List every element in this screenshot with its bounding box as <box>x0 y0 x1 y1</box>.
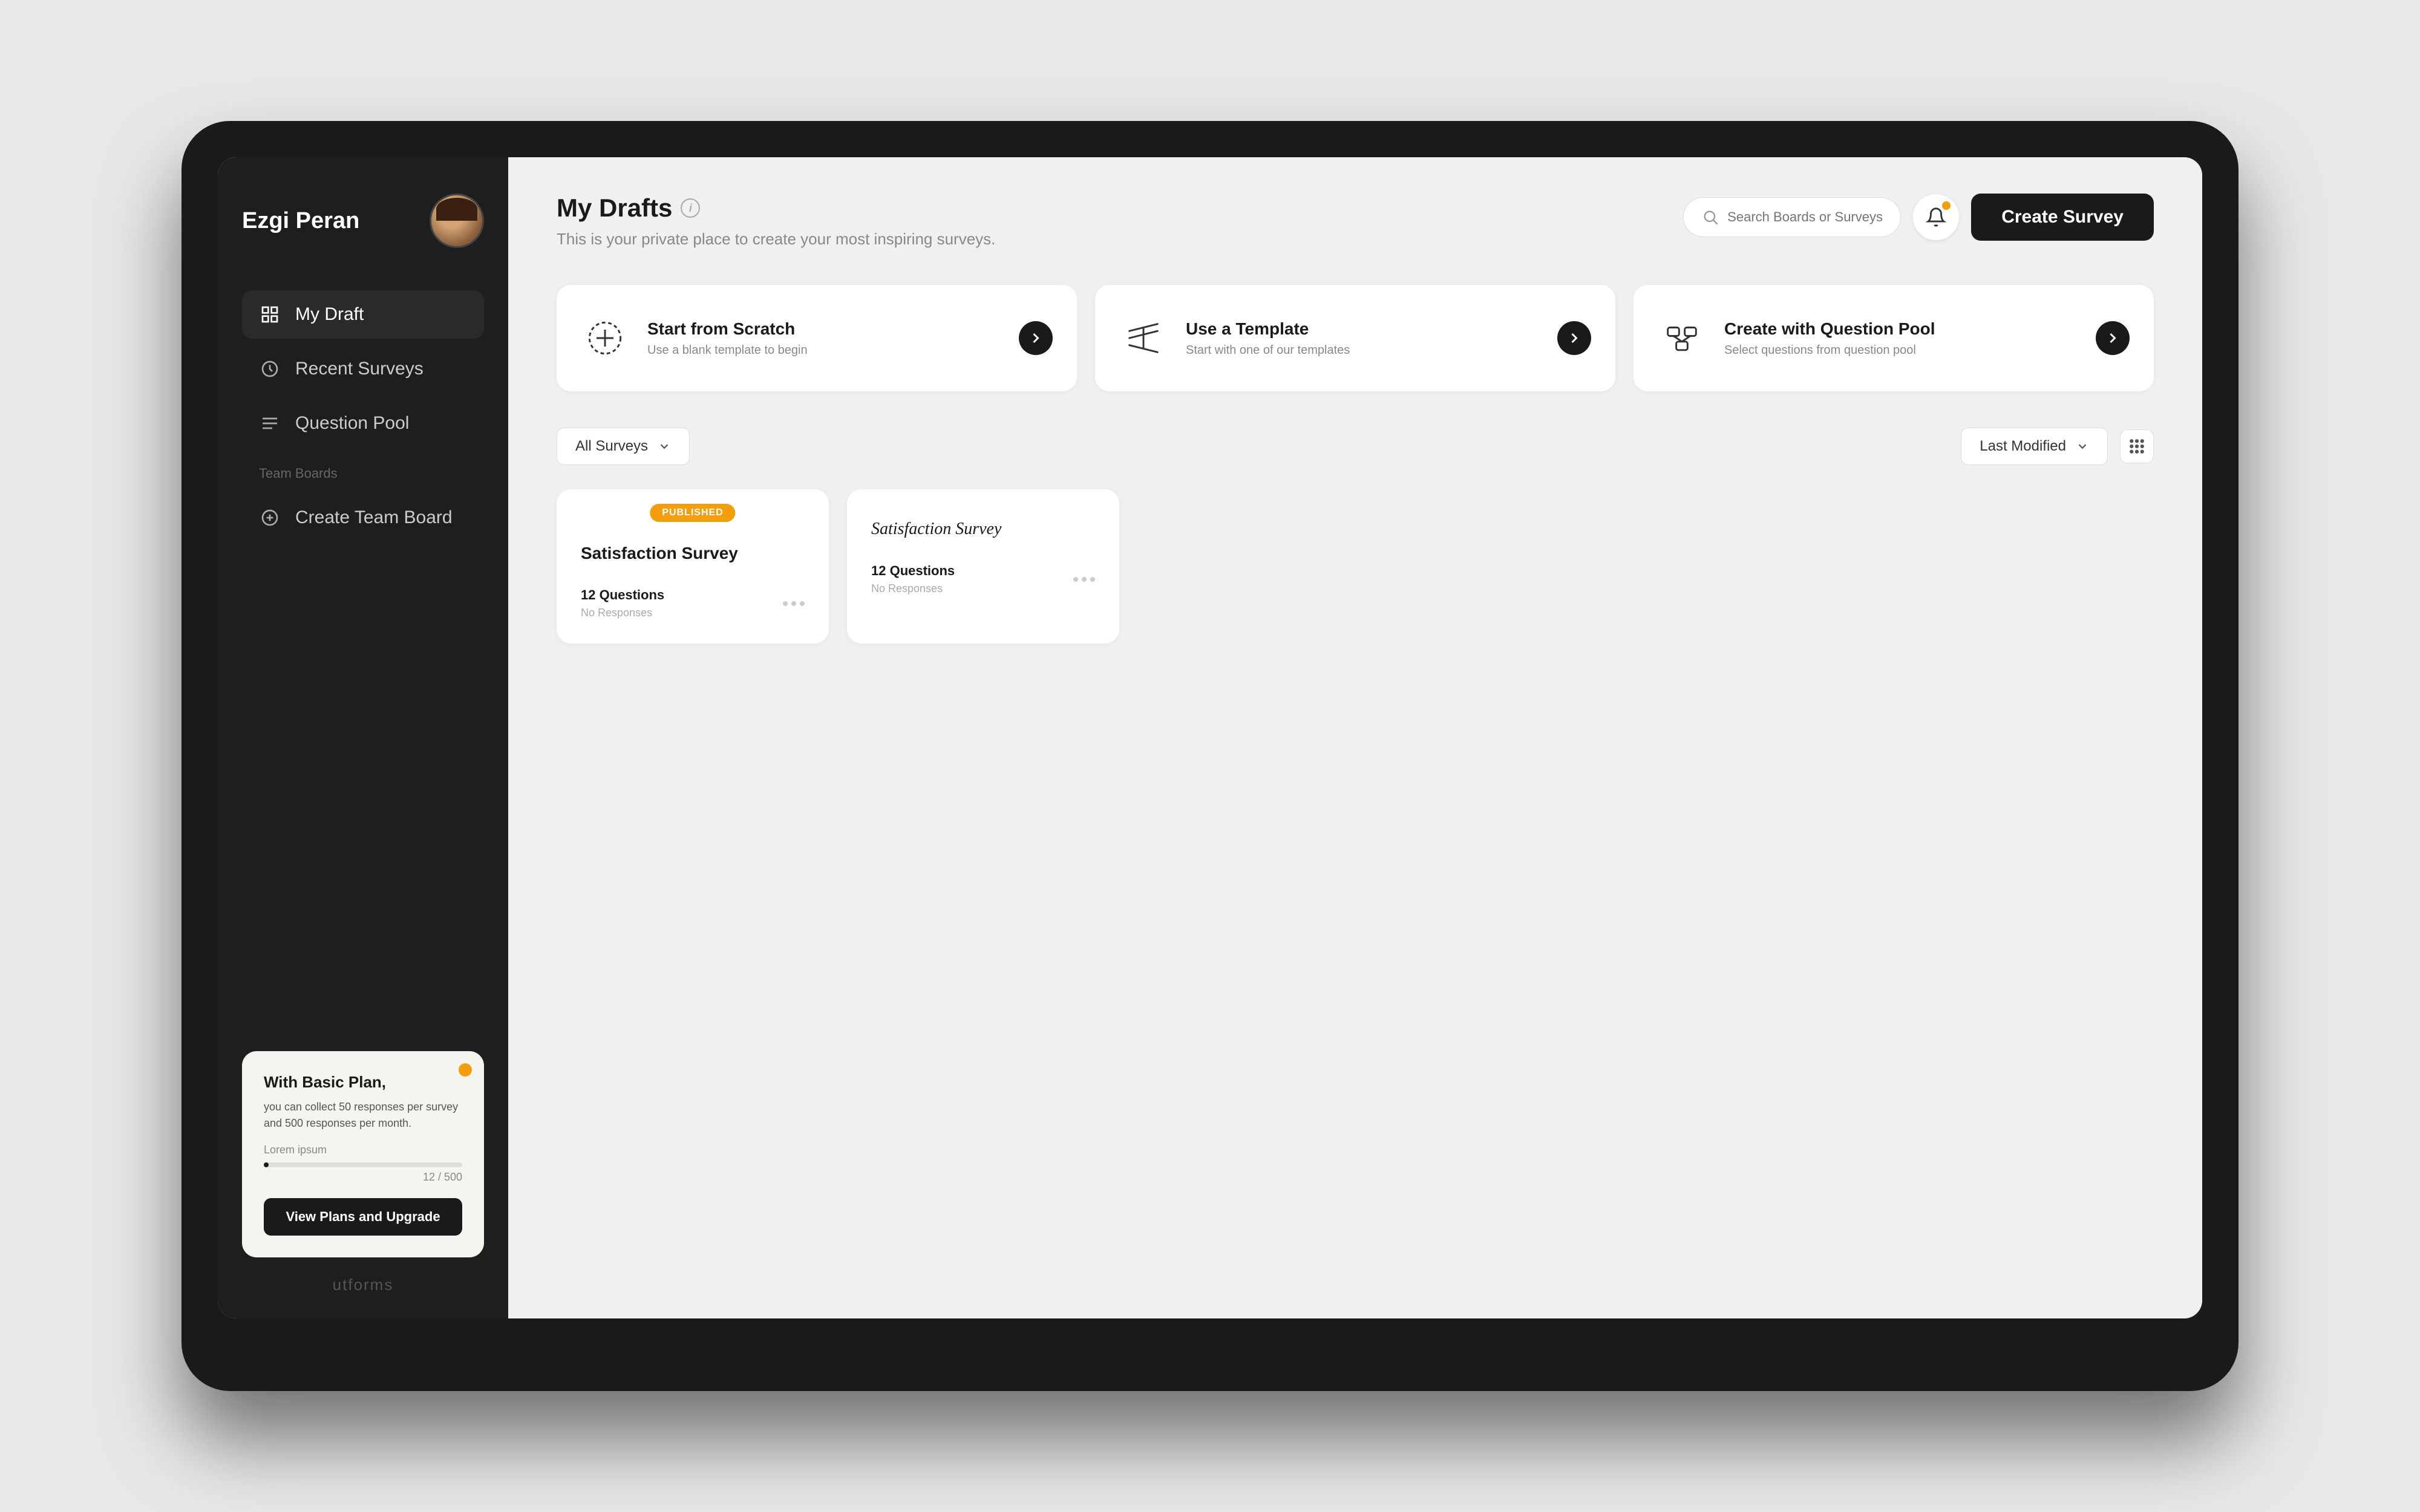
scratch-title: Start from Scratch <box>647 319 1001 339</box>
menu-dot <box>1082 577 1087 582</box>
create-option-scratch[interactable]: Start from Scratch Use a blank template … <box>557 285 1077 391</box>
survey-card-1[interactable]: PUBLISHED Satisfaction Survey 12 Questio… <box>557 489 829 644</box>
survey-title-1: Satisfaction Survey <box>581 544 805 563</box>
sidebar: Ezgi Peran My Draft <box>218 157 508 1318</box>
survey-questions-1: 12 Questions <box>581 587 664 603</box>
plan-title: With Basic Plan, <box>264 1073 462 1092</box>
search-bar[interactable]: > <box>1683 197 1901 237</box>
pool-option-text: Create with Question Pool Select questio… <box>1724 319 2078 357</box>
notification-dot <box>1942 201 1951 210</box>
template-option-text: Use a Template Start with one of our tem… <box>1186 319 1539 357</box>
survey-menu-1[interactable] <box>783 601 805 606</box>
create-options: Start from Scratch Use a blank template … <box>557 285 2154 391</box>
user-name: Ezgi Peran <box>242 208 411 234</box>
filter-label: All Surveys <box>575 438 648 455</box>
all-surveys-filter[interactable]: All Surveys <box>557 428 690 465</box>
header-right: > Create Survey <box>1683 194 2154 241</box>
survey-stats-2: 12 Questions No Responses <box>871 563 955 595</box>
menu-dot <box>1090 577 1095 582</box>
plan-card: With Basic Plan, you can collect 50 resp… <box>242 1051 484 1257</box>
list-icon <box>259 412 281 434</box>
survey-menu-2[interactable] <box>1073 577 1095 582</box>
plan-progress-bar <box>264 1162 462 1167</box>
menu-dot <box>1073 577 1078 582</box>
sidebar-item-label-recent: Recent Surveys <box>295 359 424 379</box>
search-input[interactable] <box>1727 209 1902 225</box>
grid-icon <box>259 304 281 325</box>
sort-label: Last Modified <box>1980 438 2066 455</box>
scratch-option-text: Start from Scratch Use a blank template … <box>647 319 1001 357</box>
sidebar-item-recent-surveys[interactable]: Recent Surveys <box>242 345 484 393</box>
sort-chevron-icon <box>2076 440 2089 453</box>
sidebar-item-label-pool: Question Pool <box>295 413 409 434</box>
survey-footer-1: 12 Questions No Responses <box>581 587 805 619</box>
page-subtitle: This is your private place to create you… <box>557 230 995 249</box>
pool-icon <box>1658 314 1706 362</box>
plus-circle-icon <box>259 507 281 529</box>
survey-footer-2: 12 Questions No Responses <box>871 563 1095 595</box>
create-option-template[interactable]: Use a Template Start with one of our tem… <box>1095 285 1615 391</box>
plan-dot <box>459 1063 472 1077</box>
published-badge: PUBLISHED <box>650 504 735 522</box>
laptop-screen: Ezgi Peran My Draft <box>218 157 2202 1318</box>
create-team-board-label: Create Team Board <box>295 507 453 528</box>
menu-dot <box>783 601 788 606</box>
template-title: Use a Template <box>1186 319 1539 339</box>
sidebar-item-my-draft[interactable]: My Draft <box>242 290 484 339</box>
survey-title-2: Satisfaction Survey <box>871 520 1095 539</box>
create-team-board-button[interactable]: Create Team Board <box>242 494 484 542</box>
search-icon <box>1702 209 1719 226</box>
scratch-arrow[interactable] <box>1019 321 1053 355</box>
plan-progress-fill <box>264 1162 269 1167</box>
laptop-frame: Ezgi Peran My Draft <box>182 121 2238 1391</box>
user-section: Ezgi Peran <box>242 194 484 248</box>
template-icon <box>1119 314 1168 362</box>
plan-placeholder-label: Lorem ipsum <box>264 1144 462 1156</box>
pool-desc: Select questions from question pool <box>1724 344 2078 357</box>
create-survey-button[interactable]: Create Survey <box>1971 194 2154 241</box>
scratch-desc: Use a blank template to begin <box>647 344 1001 357</box>
sidebar-item-question-pool[interactable]: Question Pool <box>242 399 484 448</box>
upgrade-button[interactable]: View Plans and Upgrade <box>264 1198 462 1236</box>
survey-responses-1: No Responses <box>581 607 664 619</box>
scratch-icon <box>581 314 629 362</box>
survey-questions-2: 12 Questions <box>871 563 955 579</box>
header-left: My Drafts i This is your private place t… <box>557 194 995 249</box>
survey-card-2[interactable]: Satisfaction Survey 12 Questions No Resp… <box>847 489 1119 644</box>
pool-title: Create with Question Pool <box>1724 319 2078 339</box>
grid-toggle-button[interactable] <box>2120 429 2154 463</box>
survey-responses-2: No Responses <box>871 582 955 595</box>
plan-description: you can collect 50 responses per survey … <box>264 1099 462 1132</box>
nav-items: My Draft Recent Surveys <box>242 290 484 1033</box>
clock-icon <box>259 358 281 380</box>
page-title: My Drafts i <box>557 194 995 223</box>
template-desc: Start with one of our templates <box>1186 344 1539 357</box>
sidebar-item-label-my-draft: My Draft <box>295 304 364 325</box>
info-icon: i <box>681 198 700 218</box>
avatar <box>430 194 484 248</box>
filter-right: Last Modified <box>1961 428 2154 465</box>
team-boards-label: Team Boards <box>242 454 484 487</box>
create-option-pool[interactable]: Create with Question Pool Select questio… <box>1634 285 2154 391</box>
plan-count: 12 / 500 <box>264 1171 462 1184</box>
surveys-grid: PUBLISHED Satisfaction Survey 12 Questio… <box>557 489 2154 644</box>
pool-arrow[interactable] <box>2096 321 2130 355</box>
main-content: My Drafts i This is your private place t… <box>508 157 2202 1318</box>
chevron-down-icon <box>658 440 671 453</box>
survey-stats-1: 12 Questions No Responses <box>581 587 664 619</box>
sort-select[interactable]: Last Modified <box>1961 428 2108 465</box>
header: My Drafts i This is your private place t… <box>557 194 2154 249</box>
notification-button[interactable] <box>1913 194 1959 240</box>
menu-dot <box>800 601 805 606</box>
surveys-filter: All Surveys Last Modified <box>557 428 2154 465</box>
menu-dot <box>791 601 796 606</box>
template-arrow[interactable] <box>1557 321 1591 355</box>
app-logo: utforms <box>242 1276 484 1294</box>
